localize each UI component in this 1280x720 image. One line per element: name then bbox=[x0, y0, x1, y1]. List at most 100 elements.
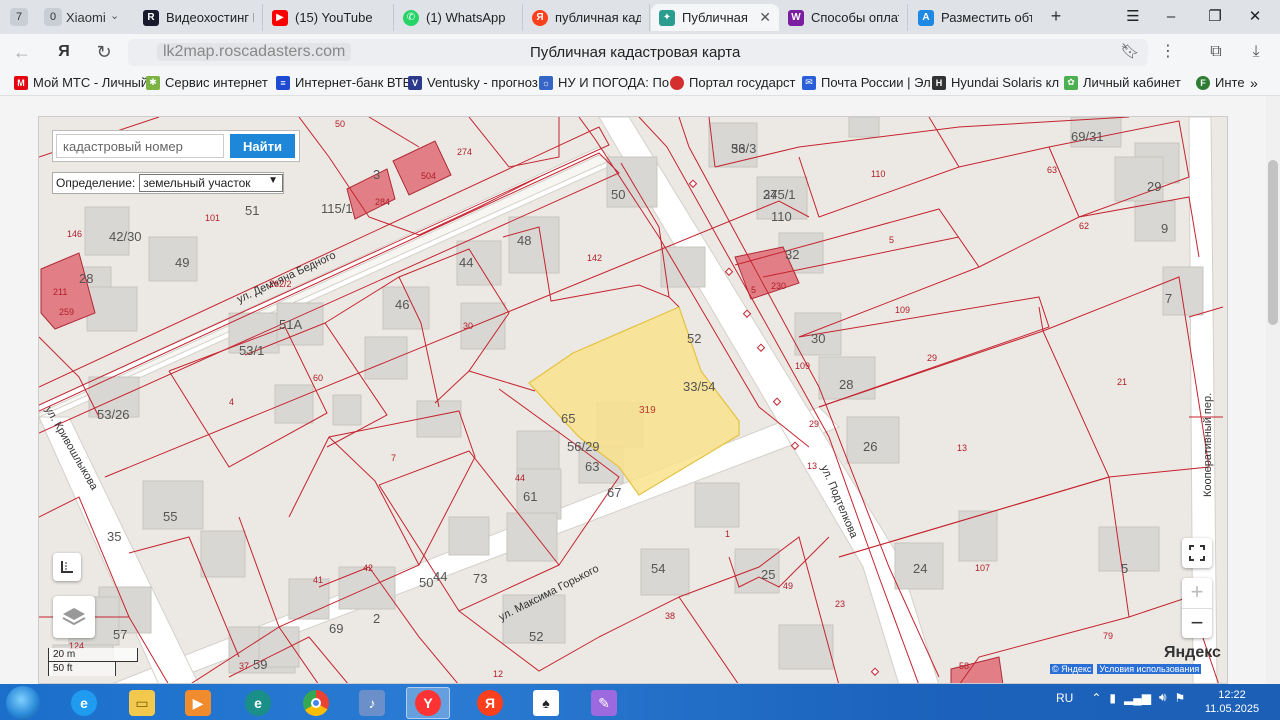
taskbar-yandex[interactable]: Я bbox=[468, 687, 512, 719]
chevron-down-icon[interactable]: ⌄ bbox=[110, 9, 119, 22]
building-number: 7 bbox=[1165, 291, 1172, 306]
find-button[interactable]: Найти bbox=[230, 134, 295, 158]
audio-icon: ♪ bbox=[359, 690, 385, 716]
terms-link[interactable]: Условия использования bbox=[1097, 664, 1202, 674]
layers-button[interactable] bbox=[53, 596, 95, 638]
parcel-number: 142 bbox=[587, 253, 602, 263]
solitaire-icon: ♠ bbox=[533, 690, 559, 716]
building-number: 51А bbox=[279, 317, 302, 332]
bookmark-gosuslugi[interactable]: Портал государст bbox=[670, 75, 796, 90]
scale-bar: 20 m 50 ft bbox=[48, 648, 138, 676]
clock[interactable]: 12:22 11.05.2025 bbox=[1196, 688, 1268, 716]
close-window-button[interactable]: ✕ bbox=[1240, 6, 1270, 28]
restore-button[interactable]: ❐ bbox=[1200, 6, 1230, 28]
taskbar-edge[interactable]: e bbox=[236, 687, 280, 719]
page-title: Публичная кадастровая карта bbox=[530, 44, 741, 61]
extensions-icon[interactable]: ⧉ bbox=[1204, 41, 1228, 63]
reload-icon[interactable]: ↻ bbox=[92, 41, 116, 63]
url-text[interactable]: lk2map.roscadasters.com bbox=[157, 43, 352, 61]
taskbar-paint[interactable]: ✎ bbox=[582, 687, 626, 719]
pochta-icon: ✉ bbox=[802, 75, 816, 90]
ventusky-icon: V bbox=[408, 75, 422, 90]
more-icon[interactable]: ⋮ bbox=[1156, 41, 1180, 63]
building-number: 54 bbox=[651, 561, 665, 576]
scrollbar-thumb[interactable] bbox=[1268, 160, 1278, 325]
menu-icon[interactable]: ☰ bbox=[1118, 6, 1148, 28]
bookmark-label: Hyundai Solaris кл bbox=[951, 75, 1060, 90]
tab-avito[interactable]: A Разместить объявление bbox=[910, 4, 1040, 31]
building-number: 55 bbox=[163, 509, 177, 524]
taskbar-solitaire[interactable]: ♠ bbox=[524, 687, 568, 719]
bookmark-pochta[interactable]: ✉ Почта России | Эл bbox=[802, 75, 931, 90]
building-number: 28 bbox=[79, 271, 93, 286]
tray-expand-icon[interactable]: ⌃ bbox=[1091, 691, 1101, 705]
building-number: 275/1 bbox=[763, 187, 796, 202]
bookmark-cabinet[interactable]: ✿ Личный кабинет bbox=[1064, 75, 1181, 90]
network-icon[interactable]: ▂▄▆ bbox=[1124, 691, 1151, 705]
language-indicator[interactable]: RU bbox=[1056, 691, 1073, 705]
layers-icon bbox=[62, 608, 86, 626]
building-number: 3 bbox=[373, 167, 380, 182]
ruler-button[interactable] bbox=[53, 553, 81, 581]
bookmark-icon[interactable]: 🔖︎ bbox=[1118, 41, 1142, 63]
building-number: 44 bbox=[459, 255, 473, 270]
tab-count-badge[interactable]: 7 bbox=[10, 8, 28, 26]
start-button[interactable] bbox=[6, 686, 40, 720]
download-icon[interactable]: ⤓ bbox=[1244, 41, 1268, 63]
bookmark-ventusky[interactable]: V Ventusky - прогноз bbox=[408, 75, 538, 90]
bookmark-internet[interactable]: F Инте bbox=[1196, 75, 1245, 90]
parcel-number: 49 bbox=[783, 581, 793, 591]
tab-whatsapp[interactable]: ✆ (1) WhatsApp bbox=[395, 4, 523, 31]
taskbar-media[interactable]: ▶ bbox=[176, 687, 220, 719]
parcel-number: 504 bbox=[421, 171, 436, 181]
bookmark-hyundai-club[interactable]: H Hyundai Solaris кл bbox=[932, 75, 1059, 90]
zoom-out-button[interactable]: − bbox=[1182, 608, 1212, 638]
cadastral-map[interactable]: ул. Демьяна Бедного ул. Максима Горького… bbox=[38, 116, 1228, 684]
street-label-kooperativny: Кооперативный пер. bbox=[1202, 393, 1214, 497]
back-arrow-icon[interactable]: ← bbox=[10, 41, 34, 63]
building-number: 56/29 bbox=[567, 439, 600, 454]
wildberries-icon: W bbox=[788, 9, 804, 26]
taskbar-chrome[interactable] bbox=[294, 687, 338, 719]
cadastral-number-input[interactable] bbox=[56, 134, 224, 158]
parcel-number: 13 bbox=[807, 461, 817, 471]
tab-youtube[interactable]: ▶ (15) YouTube bbox=[264, 4, 394, 31]
parcel-number: 284 bbox=[375, 197, 390, 207]
bookmark-mts[interactable]: M Мой МТС - Личный bbox=[14, 75, 148, 90]
definition-select[interactable]: земельный участок ▼ bbox=[139, 174, 283, 192]
building-number: 61 bbox=[523, 489, 537, 504]
bookmark-weather[interactable]: ☼ НУ И ПОГОДА: По bbox=[539, 75, 669, 90]
building-number: 32 bbox=[785, 247, 799, 262]
map-canvas[interactable]: ул. Демьяна Бедного ул. Максима Горького… bbox=[39, 117, 1228, 684]
taskbar-yandex-browser[interactable]: Y bbox=[406, 687, 450, 719]
tab-yandex-search[interactable]: Я публичная кадастровая bbox=[524, 4, 650, 31]
bookmark-label: Почта России | Эл bbox=[821, 75, 931, 90]
taskbar-audio[interactable]: ♪ bbox=[350, 687, 394, 719]
yandex-home-icon[interactable]: Я bbox=[52, 41, 76, 63]
parcel-number: 13 bbox=[957, 443, 967, 453]
taskbar-ie[interactable]: e bbox=[62, 687, 106, 719]
parcel-number: 211 bbox=[53, 287, 67, 297]
tab-cadastral-map[interactable]: ✦ Публичная к ✕ bbox=[651, 4, 779, 31]
tab-rutube[interactable]: R Видеохостинг Rutube bbox=[135, 4, 263, 31]
flag-icon[interactable]: ⚑ bbox=[1175, 691, 1186, 705]
parcel-number: 44 bbox=[515, 473, 525, 483]
zoom-in-button[interactable]: + bbox=[1182, 578, 1212, 608]
more-bookmarks-icon[interactable]: » bbox=[1250, 75, 1258, 91]
parcel-number: 29 bbox=[927, 353, 937, 363]
new-tab-button[interactable]: + bbox=[1045, 7, 1067, 27]
parcel-number: 1 bbox=[725, 529, 730, 539]
close-icon[interactable]: ✕ bbox=[759, 9, 771, 26]
minimize-button[interactable]: – bbox=[1156, 6, 1186, 28]
fullscreen-button[interactable] bbox=[1182, 538, 1212, 568]
tab-group-name[interactable]: Xiaomi bbox=[66, 10, 106, 25]
tab-payment[interactable]: W Способы оплаты bbox=[780, 4, 908, 31]
building-number: 5 bbox=[1121, 561, 1128, 576]
volume-icon[interactable]: 🔊︎ bbox=[1159, 690, 1167, 705]
taskbar-explorer[interactable]: ▭ bbox=[120, 687, 164, 719]
battery-icon[interactable]: ▮ bbox=[1109, 691, 1116, 705]
bookmark-vtb[interactable]: ≡ Интернет-банк ВТБ bbox=[276, 75, 411, 90]
tab-label: публичная кадастровая bbox=[555, 10, 641, 25]
bookmark-service[interactable]: ✱ Сервис интернет bbox=[146, 75, 268, 90]
bookmark-label: Ventusky - прогноз bbox=[427, 75, 538, 90]
